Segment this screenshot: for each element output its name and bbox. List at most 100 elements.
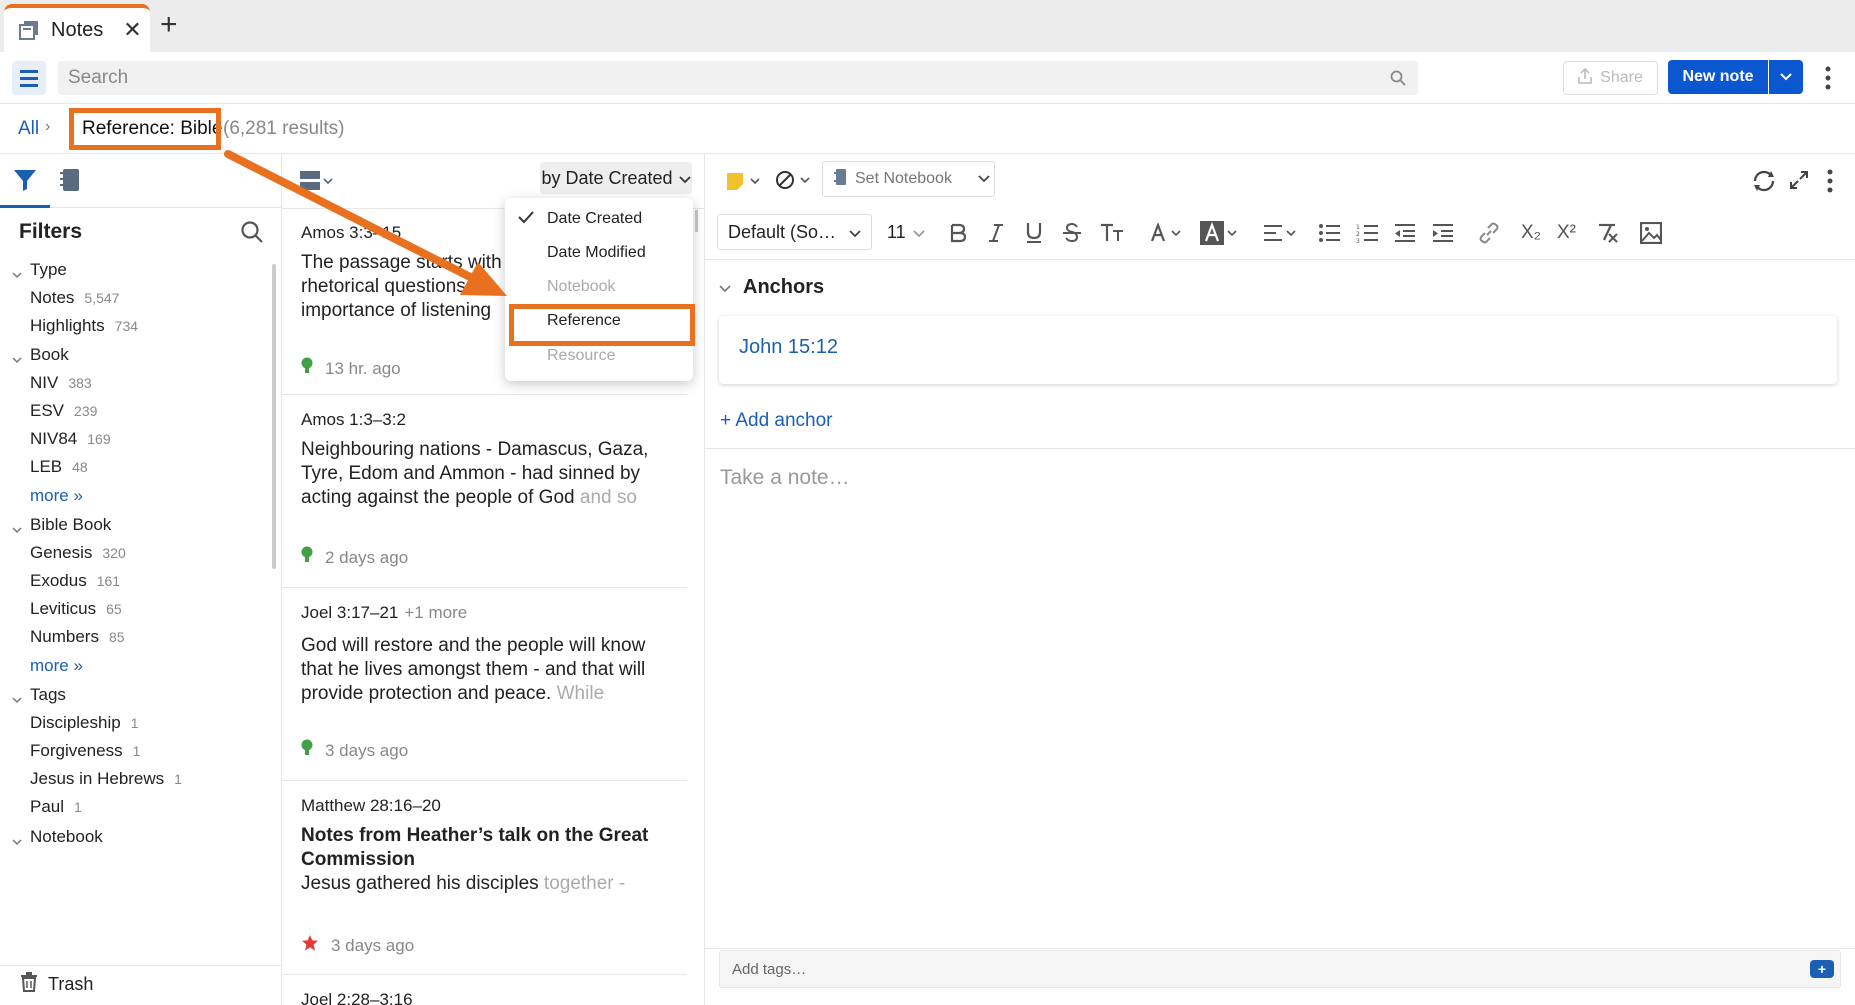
new-note-dropdown-button[interactable] — [1769, 60, 1803, 94]
lightbulb-icon — [301, 739, 313, 762]
search-box — [58, 61, 1418, 95]
filter-section-bible-book[interactable]: Bible Book — [12, 515, 111, 535]
filter-item-jesus-in-hebrews[interactable]: Jesus in Hebrews 1 — [30, 769, 182, 789]
superscript-icon[interactable]: X² — [1557, 220, 1576, 246]
search-input[interactable] — [58, 61, 1358, 95]
svg-text:2: 2 — [1356, 231, 1360, 238]
size-label: 11 — [887, 221, 906, 242]
expand-icon[interactable] — [1789, 170, 1809, 190]
notebook-icon[interactable] — [58, 166, 84, 194]
align-icon[interactable] — [1263, 220, 1297, 246]
tab-notes[interactable]: Notes ✕ — [4, 4, 150, 52]
filter-section-tags[interactable]: Tags — [12, 685, 66, 705]
checkmark-icon — [517, 210, 535, 224]
filter-tab[interactable] — [0, 154, 50, 208]
set-notebook-select[interactable]: Set Notebook — [822, 161, 995, 197]
filter-item-paul[interactable]: Paul 1 — [30, 797, 82, 817]
note-reference: Amos 3:3–15 — [301, 223, 402, 242]
tags-input[interactable]: Add tags… — [732, 961, 806, 978]
notebook-label: Set Notebook — [855, 170, 952, 187]
sort-option-date-created[interactable]: Date Created — [547, 210, 642, 228]
font-size-select[interactable]: 11 — [881, 214, 931, 250]
section-label: Tags — [30, 685, 66, 704]
italic-icon[interactable] — [988, 220, 1004, 246]
svg-text:1: 1 — [1356, 224, 1360, 231]
sort-option-date-modified[interactable]: Date Modified — [547, 244, 646, 262]
note-card[interactable]: Joel 3:17–21 +1 more God will restore and… — [282, 589, 687, 781]
add-tag-icon[interactable]: + — [1810, 960, 1834, 978]
filters-title: Filters — [19, 220, 83, 243]
breadcrumb-all-link[interactable]: All — [18, 118, 39, 140]
filter-item-leviticus[interactable]: Leviticus 65 — [30, 599, 122, 619]
filter-item-discipleship[interactable]: Discipleship 1 — [30, 713, 139, 733]
view-mode-icon[interactable] — [300, 170, 336, 194]
no-style-icon[interactable] — [775, 168, 815, 192]
link-icon[interactable] — [1478, 220, 1500, 246]
filter-item-highlights[interactable]: Highlights 734 — [30, 316, 138, 336]
share-button[interactable]: Share — [1563, 61, 1658, 95]
subscript-icon[interactable]: X₂ — [1521, 220, 1541, 246]
filter-item-niv84[interactable]: NIV84 169 — [30, 429, 111, 449]
filter-section-notebook[interactable]: Notebook — [12, 827, 103, 847]
note-card[interactable]: Matthew 28:16–20 Notes from Heather’s ta… — [282, 782, 687, 975]
font-family-select[interactable]: Default (So… — [717, 214, 872, 250]
image-icon[interactable] — [1640, 220, 1662, 246]
more-link[interactable]: more » — [30, 656, 83, 676]
add-tab-icon[interactable]: + — [160, 10, 178, 40]
note-card[interactable]: Amos 1:3–3:2 Neighbouring nations - Dama… — [282, 396, 687, 588]
filter-item-forgiveness[interactable]: Forgiveness 1 — [30, 741, 140, 761]
note-body: Jesus gathered his disciples together - — [301, 873, 626, 894]
indent-icon[interactable] — [1432, 220, 1454, 246]
divider — [705, 448, 1855, 449]
highlight-color-icon[interactable] — [1200, 220, 1240, 246]
sort-menu: Date Created Date Modified Notebook Refe… — [505, 198, 698, 381]
hamburger-menu-icon[interactable] — [12, 61, 46, 95]
underline-icon[interactable] — [1026, 220, 1042, 246]
numbered-list-icon[interactable]: 123 — [1356, 220, 1378, 246]
clear-format-icon[interactable] — [1597, 220, 1619, 246]
more-link[interactable]: more » — [30, 486, 83, 506]
sync-icon[interactable] — [1751, 168, 1777, 194]
scrollbar[interactable] — [695, 210, 698, 232]
scrollbar[interactable] — [272, 264, 276, 569]
filter-item-exodus[interactable]: Exodus 161 — [30, 571, 120, 591]
format-toolbar: Default (So… 11 123 X₂ X² — [705, 208, 1855, 260]
add-anchor-link[interactable]: + Add anchor — [720, 410, 833, 432]
filter-item-esv[interactable]: ESV 239 — [30, 401, 97, 421]
annotation-highlight-box — [509, 304, 695, 346]
filter-section-type[interactable]: Type — [12, 260, 67, 280]
filter-item-notes[interactable]: Notes 5,547 — [30, 288, 119, 308]
bulleted-list-icon[interactable] — [1318, 220, 1340, 246]
trash-item[interactable]: Trash — [20, 972, 93, 997]
note-body: The passage starts with rhetorical quest… — [301, 252, 502, 321]
note-color-picker[interactable] — [725, 170, 765, 192]
anchors-header[interactable]: Anchors — [719, 276, 824, 299]
note-body-input[interactable]: Take a note… — [720, 466, 850, 490]
bold-icon[interactable] — [950, 220, 966, 246]
outdent-icon[interactable] — [1394, 220, 1416, 246]
section-label: Book — [30, 345, 69, 364]
note-time: 3 days ago — [325, 740, 409, 760]
filter-item-genesis[interactable]: Genesis 320 — [30, 543, 126, 563]
more-options-icon[interactable] — [1825, 168, 1835, 194]
note-meta: 2 days ago — [301, 546, 408, 569]
notebook-icon — [833, 168, 847, 191]
filter-item-leb[interactable]: LEB 48 — [30, 457, 88, 477]
sort-dropdown[interactable]: by Date Created — [540, 162, 692, 194]
anchor-link[interactable]: John 15:12 — [739, 336, 838, 359]
note-body: Neighbouring nations - Damascus, Gaza, T… — [301, 439, 649, 508]
strikethrough-icon[interactable] — [1063, 220, 1081, 246]
close-icon[interactable]: ✕ — [123, 17, 141, 43]
new-note-button[interactable]: New note — [1668, 60, 1768, 94]
note-card[interactable]: Joel 2:28–3:16 — [282, 976, 687, 1005]
search-icon[interactable] — [1390, 70, 1406, 86]
filter-item-numbers[interactable]: Numbers 85 — [30, 627, 125, 647]
filter-item-niv[interactable]: NIV 383 — [30, 373, 92, 393]
more-options-icon[interactable] — [1820, 64, 1836, 94]
text-color-icon[interactable] — [1150, 220, 1184, 246]
note-title: Notes from Heather’s talk on the Great C… — [301, 825, 649, 870]
text-size-icon[interactable] — [1100, 220, 1124, 246]
tags-bar[interactable]: Add tags… + — [719, 950, 1841, 988]
filter-section-book[interactable]: Book — [12, 345, 69, 365]
search-icon[interactable] — [240, 220, 264, 244]
